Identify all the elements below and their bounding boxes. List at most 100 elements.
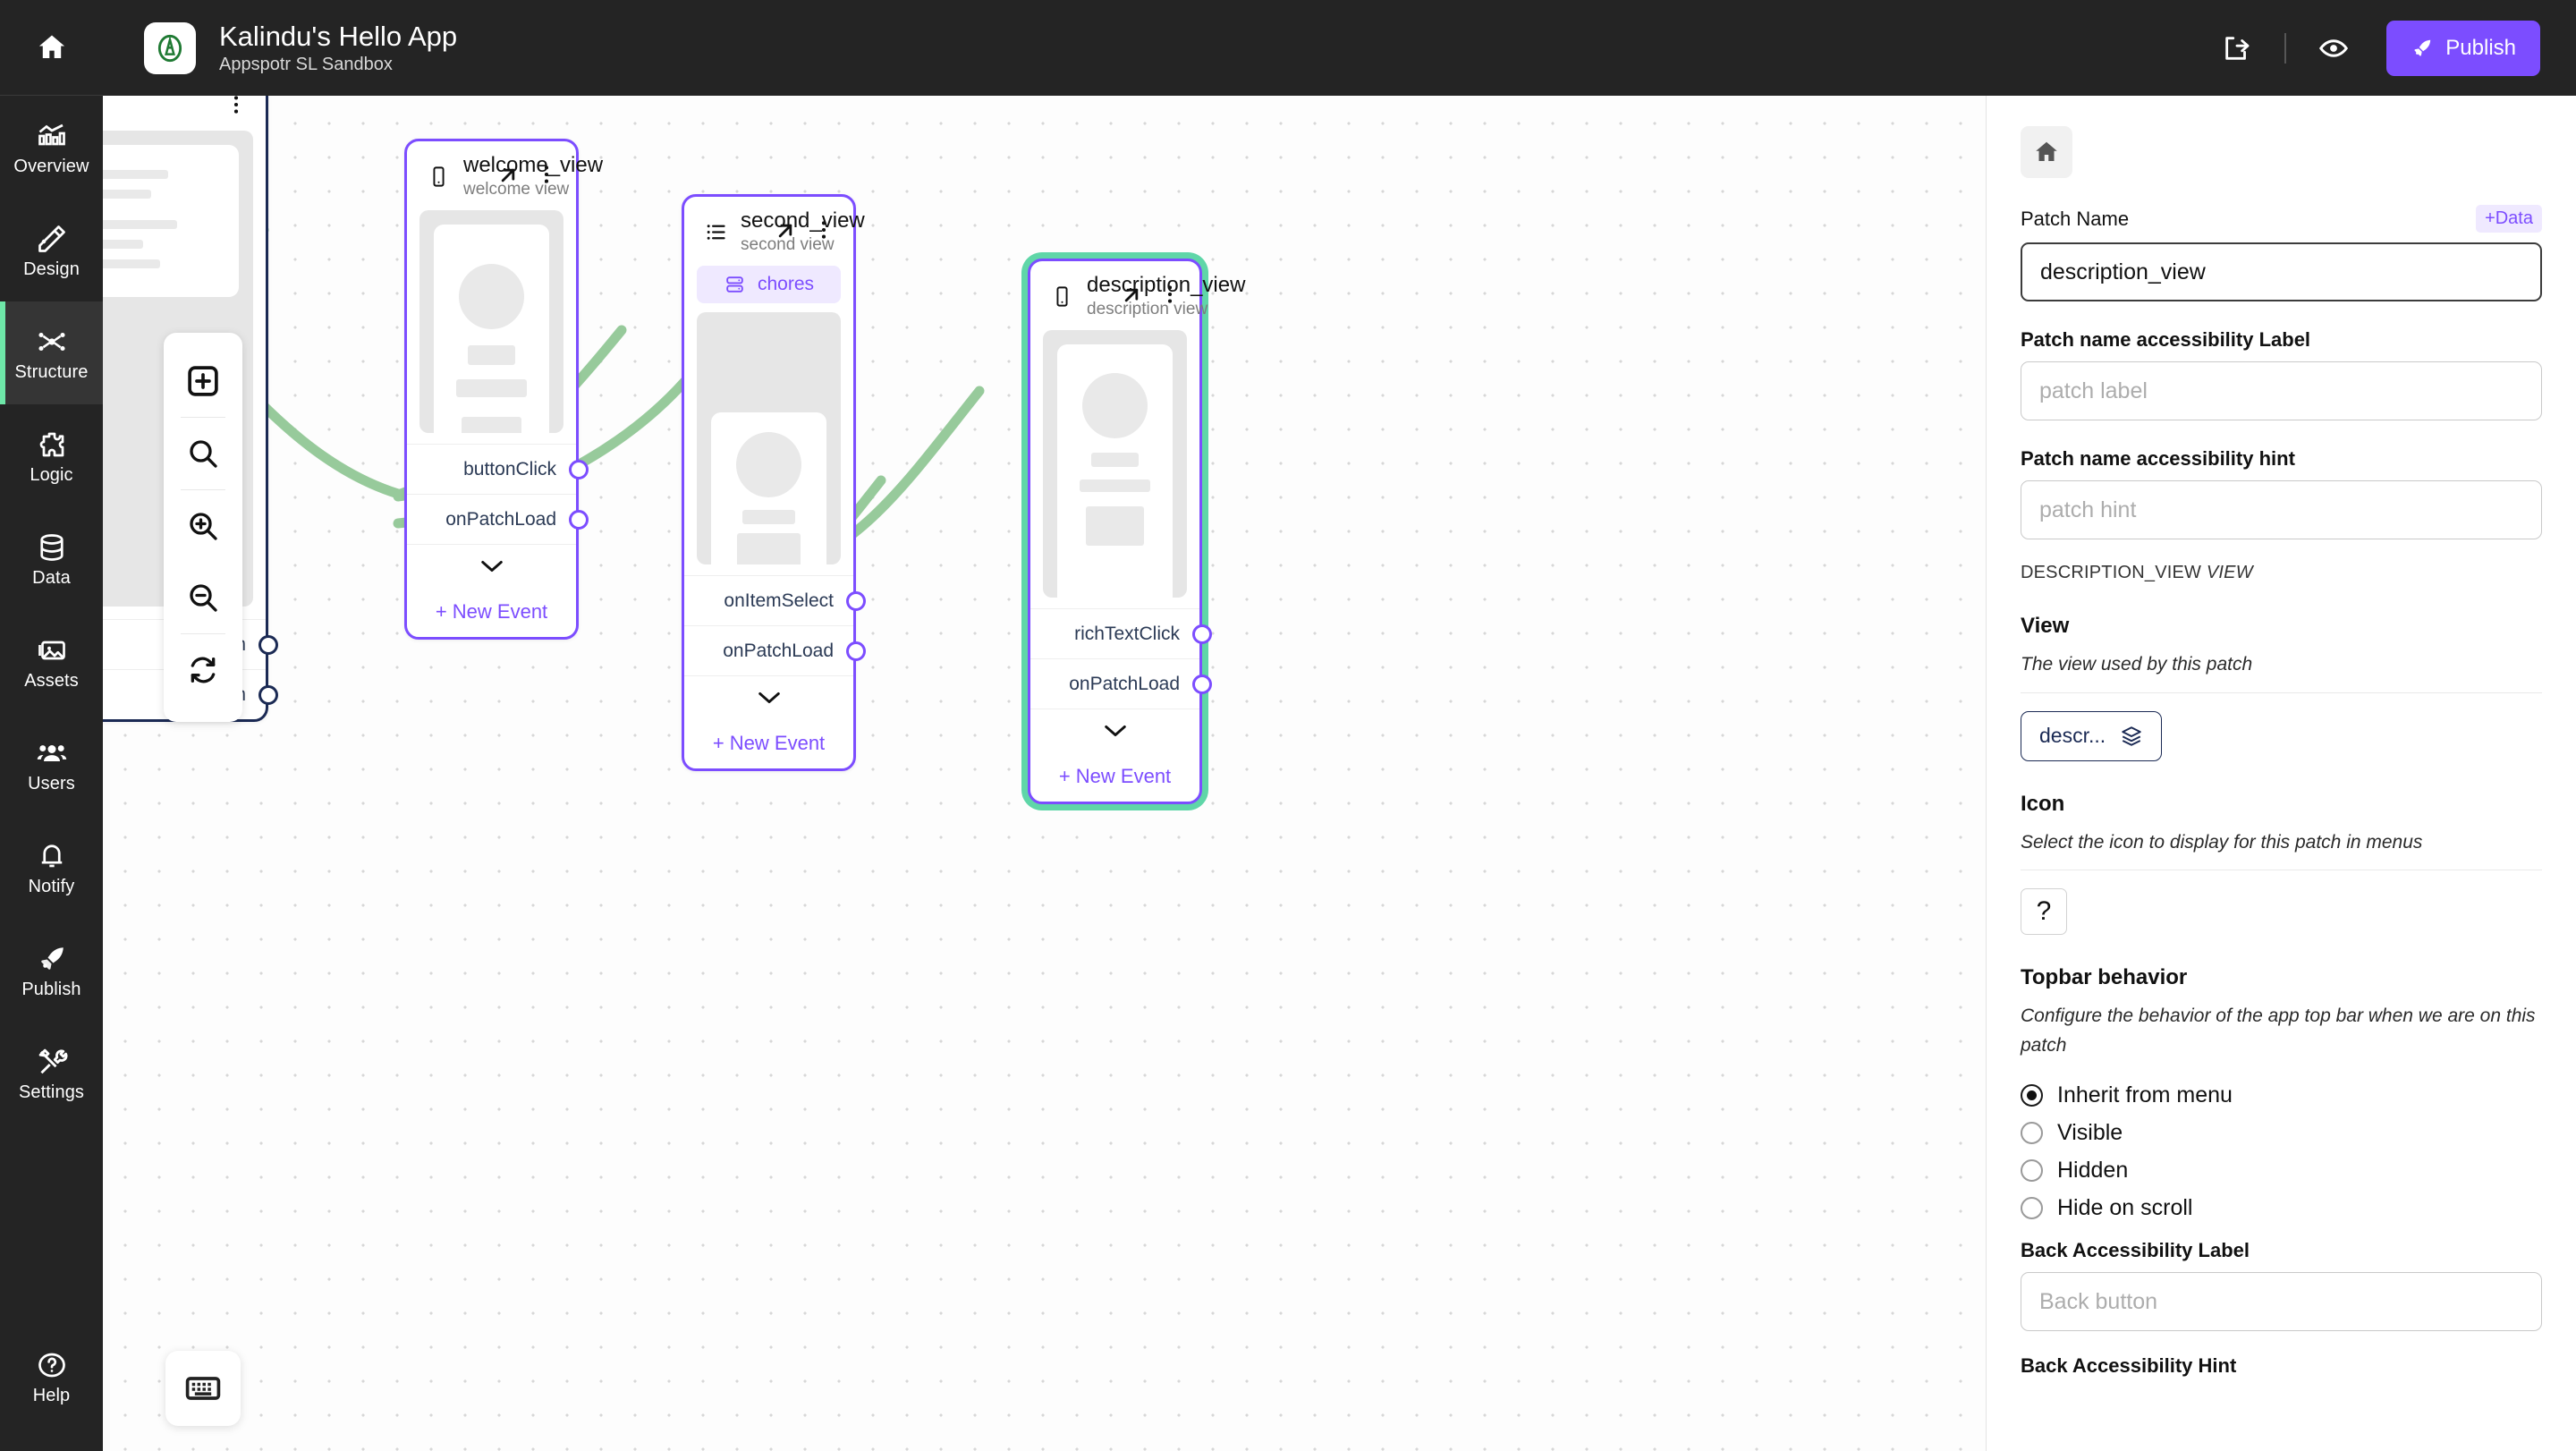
structure-nodes-icon bbox=[38, 332, 65, 351]
share-icon bbox=[2225, 36, 2250, 60]
radio-label: Hidden bbox=[2057, 1157, 2129, 1183]
sidebar-item-publish[interactable]: Publish bbox=[0, 919, 103, 1022]
chevron-down-icon bbox=[1104, 725, 1126, 736]
new-event-button[interactable]: + New Event bbox=[1030, 751, 1199, 802]
sidebar-item-help[interactable]: Help bbox=[0, 1325, 103, 1428]
event-port[interactable] bbox=[1192, 674, 1212, 694]
event-row[interactable]: buttonClick bbox=[407, 444, 589, 494]
chevron-down-icon bbox=[480, 560, 503, 572]
sidebar-item-label: Overview bbox=[13, 156, 89, 176]
event-port[interactable] bbox=[569, 459, 589, 479]
radio-indicator[interactable] bbox=[2021, 1196, 2043, 1219]
sidebar-item-data[interactable]: Data bbox=[0, 507, 103, 610]
radio-option-hidden[interactable]: Hidden bbox=[2021, 1151, 2542, 1189]
publish-button[interactable]: Publish bbox=[2386, 20, 2540, 76]
sidebar-item-overview[interactable]: Overview bbox=[0, 96, 103, 199]
event-row[interactable]: onPatchLoad bbox=[684, 625, 866, 675]
view-selector-chip[interactable]: descr... bbox=[2021, 710, 2163, 761]
radio-label: Visible bbox=[2057, 1119, 2123, 1145]
event-row[interactable]: onItemSelect bbox=[684, 575, 866, 625]
patch-inspector-panel: Patch Name +Data Patch name accessibilit… bbox=[1986, 96, 2576, 1451]
radio-option-hide-on-scroll[interactable]: Hide on scroll bbox=[2021, 1189, 2542, 1226]
rocket-icon bbox=[2414, 39, 2431, 56]
structure-canvas[interactable]: m m welcome_view welcome view bbox=[103, 96, 1986, 1451]
node-expand-button[interactable] bbox=[407, 544, 576, 587]
node-data-source-badge[interactable]: chores bbox=[697, 265, 841, 303]
node-subtitle: description view bbox=[1087, 299, 1208, 318]
canvas-node-welcome-view[interactable]: welcome_view welcome view buttonClick on… bbox=[404, 139, 604, 640]
zoom-in-button[interactable] bbox=[164, 490, 242, 562]
sidebar-item-settings[interactable]: Settings bbox=[0, 1022, 103, 1124]
event-row[interactable]: onPatchLoad bbox=[407, 494, 589, 544]
radio-indicator[interactable] bbox=[2021, 1121, 2043, 1144]
radio-option-inherit-from-menu[interactable]: Inherit from menu bbox=[2021, 1076, 2542, 1114]
accessibility-label-input[interactable] bbox=[2021, 361, 2542, 420]
patch-meta-suffix: VIEW bbox=[2206, 563, 2253, 582]
event-port[interactable] bbox=[846, 590, 866, 611]
node-title: second_view bbox=[741, 208, 865, 233]
section-divider bbox=[2021, 692, 2542, 693]
patch-name-label: Patch Name bbox=[2021, 207, 2130, 230]
node-menu-button[interactable] bbox=[535, 163, 562, 190]
view-section-title: View bbox=[2021, 614, 2070, 638]
reset-view-button[interactable] bbox=[164, 634, 242, 706]
bell-icon bbox=[41, 844, 62, 867]
event-port[interactable] bbox=[846, 641, 866, 661]
node-expand-button[interactable] bbox=[1030, 709, 1199, 751]
event-label: onPatchLoad bbox=[445, 508, 556, 530]
new-event-button[interactable]: + New Event bbox=[684, 718, 853, 768]
add-node-button[interactable] bbox=[164, 345, 242, 417]
chart-icon bbox=[38, 123, 65, 145]
node-title: welcome_view bbox=[463, 153, 604, 177]
canvas-node-description-view[interactable]: description_view description view richTe… bbox=[1028, 259, 1245, 804]
new-event-button[interactable]: + New Event bbox=[407, 587, 576, 637]
patch-icon-button[interactable] bbox=[2021, 126, 2072, 178]
event-port[interactable] bbox=[258, 684, 278, 705]
node-events: onItemSelect onPatchLoad + New Event bbox=[684, 572, 866, 768]
node-subtitle: welcome view bbox=[463, 179, 570, 199]
node-menu-button[interactable] bbox=[1158, 283, 1185, 310]
sidebar-item-design[interactable]: Design bbox=[0, 199, 103, 301]
node-open-button[interactable] bbox=[1119, 283, 1146, 310]
share-button[interactable] bbox=[2216, 28, 2258, 69]
event-label: richTextClick bbox=[1074, 623, 1180, 644]
add-data-chip[interactable]: +Data bbox=[2476, 205, 2542, 233]
accessibility-hint-label: Patch name accessibility hint bbox=[2021, 447, 2295, 470]
event-row[interactable]: onPatchLoad bbox=[1030, 658, 1212, 709]
keyboard-shortcuts-button[interactable] bbox=[165, 1351, 241, 1426]
canvas-node-second-view[interactable]: second_view second view chores onItemSel… bbox=[682, 194, 866, 771]
node-menu-button[interactable] bbox=[812, 218, 839, 245]
zoom-out-icon bbox=[190, 584, 217, 612]
view-section-description: The view used by this patch bbox=[2021, 654, 2253, 675]
accessibility-hint-input[interactable] bbox=[2021, 480, 2542, 539]
radio-indicator[interactable] bbox=[2021, 1083, 2043, 1107]
home-icon bbox=[2036, 141, 2057, 161]
zoom-out-button[interactable] bbox=[164, 562, 242, 633]
sidebar-item-structure[interactable]: Structure bbox=[0, 301, 103, 404]
patch-name-input[interactable] bbox=[2021, 242, 2542, 301]
back-accessibility-label-label: Back Accessibility Label bbox=[2021, 1239, 2250, 1262]
sidebar-item-users[interactable]: Users bbox=[0, 713, 103, 816]
sidebar-item-assets[interactable]: Assets bbox=[0, 610, 103, 713]
event-port[interactable] bbox=[258, 634, 278, 655]
current-icon-glyph: ? bbox=[2036, 896, 2052, 927]
back-accessibility-label-input[interactable] bbox=[2021, 1272, 2542, 1332]
new-event-label: + New Event bbox=[435, 600, 548, 623]
radio-option-visible[interactable]: Visible bbox=[2021, 1114, 2542, 1151]
sidebar-home-button[interactable] bbox=[0, 0, 103, 96]
sidebar-item-logic[interactable]: Logic bbox=[0, 404, 103, 507]
patch-meta-name: DESCRIPTION_VIEW bbox=[2021, 563, 2202, 582]
node-expand-button[interactable] bbox=[684, 675, 853, 718]
radio-indicator[interactable] bbox=[2021, 1158, 2043, 1182]
event-row[interactable]: richTextClick bbox=[1030, 608, 1212, 658]
toolbar-divider bbox=[2284, 32, 2287, 64]
event-port[interactable] bbox=[1192, 624, 1212, 644]
search-button[interactable] bbox=[164, 418, 242, 489]
node-menu-button[interactable] bbox=[225, 96, 251, 120]
node-open-button[interactable] bbox=[773, 218, 800, 245]
node-open-button[interactable] bbox=[496, 163, 522, 190]
event-port[interactable] bbox=[569, 509, 589, 530]
preview-button[interactable] bbox=[2313, 28, 2354, 69]
icon-picker-button[interactable]: ? bbox=[2021, 888, 2067, 936]
sidebar-item-notify[interactable]: Notify bbox=[0, 816, 103, 919]
